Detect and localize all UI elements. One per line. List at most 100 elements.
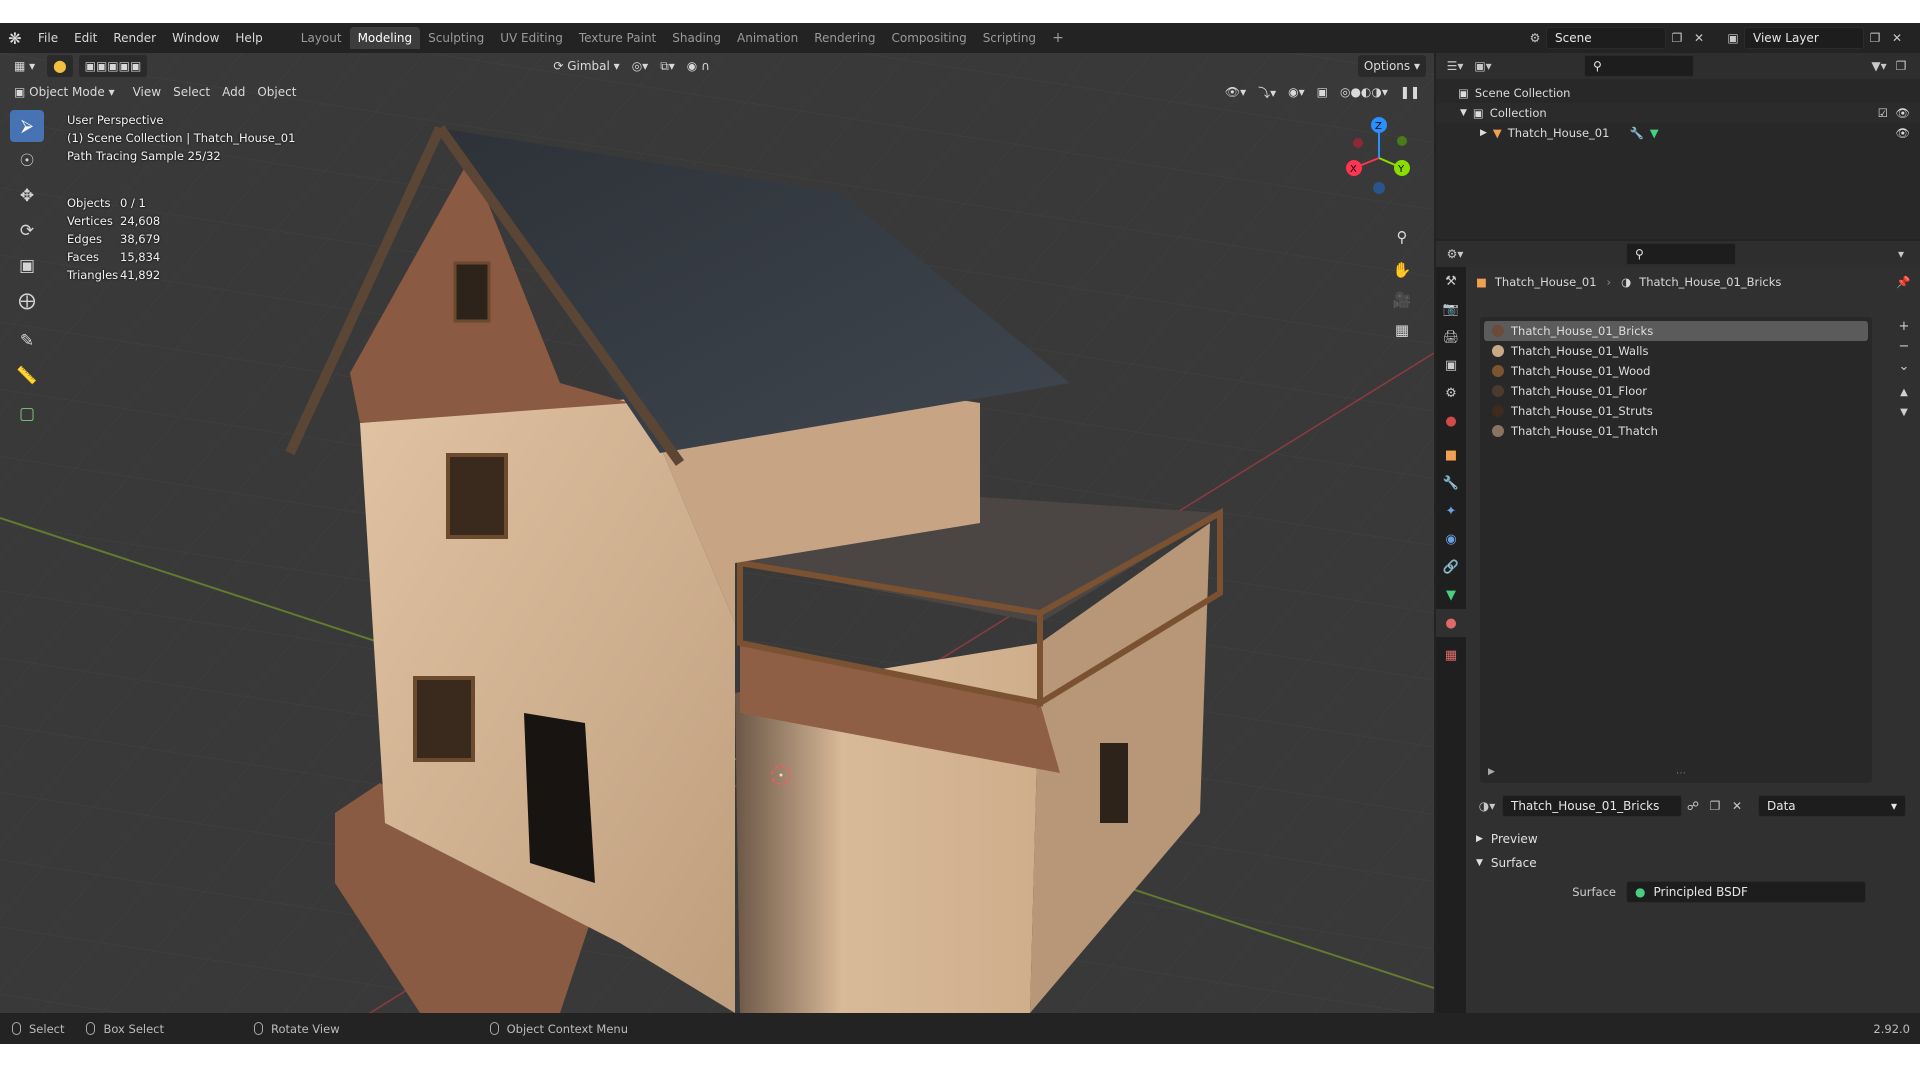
add-workspace-icon[interactable]: + (1044, 30, 1072, 46)
object-tab-icon[interactable]: ■ (1436, 441, 1466, 469)
select-tool-icon[interactable]: ⬤ (47, 55, 73, 77)
delete-view-layer-icon[interactable]: ✕ (1886, 27, 1908, 49)
list-expand-icon[interactable]: ▶ (1488, 767, 1495, 777)
filter-icon[interactable]: ▼▾ (1868, 55, 1890, 77)
visibility-eye-icon[interactable]: 👁 (1895, 106, 1910, 120)
material-tab-icon[interactable]: ● (1436, 609, 1466, 637)
scene-icon[interactable]: ⚙ (1524, 27, 1546, 49)
annotate-tool-icon[interactable]: ✎ (10, 325, 44, 357)
material-slot[interactable]: Thatch_House_01_Walls (1484, 341, 1868, 361)
add-cube-tool-icon[interactable]: ▢ (10, 398, 44, 430)
tool-tab-icon[interactable]: ⚒ (1436, 267, 1466, 295)
tab-texture-paint[interactable]: Texture Paint (571, 27, 664, 49)
cursor-tool-icon[interactable]: ☉ (10, 145, 44, 177)
orientation-dropdown[interactable]: ⟳ Gimbal ▾ (547, 55, 625, 77)
world-tab-icon[interactable]: ● (1436, 407, 1466, 435)
move-down-icon[interactable]: ▼ (1894, 403, 1914, 421)
gizmo-toggle-icon[interactable]: ⤵▾ (1252, 81, 1282, 103)
sidebar-toggle-icon[interactable]: ❚❚ (1394, 81, 1426, 103)
slot-menu-icon[interactable]: ⌄ (1894, 357, 1914, 375)
overlay-toggle-icon[interactable]: ◉▾ (1282, 81, 1311, 103)
outliner-editor-icon[interactable]: ☰▾ (1444, 55, 1466, 77)
constraints-tab-icon[interactable]: 🔗 (1436, 553, 1466, 581)
3d-viewport[interactable]: ▦ ▾ ⬤ ▣▣▣▣▣ ⟳ Gimbal ▾ ◎▾ ⧉▾ ◉ ∩ Options… (0, 53, 1434, 1013)
new-collection-icon[interactable]: ❐ (1890, 55, 1912, 77)
outliner-row-object[interactable]: ▶ ▼ Thatch_House_01 🔧 ▼ 👁 (1436, 123, 1920, 143)
scale-tool-icon[interactable]: ▣ (10, 250, 44, 282)
exclude-checkbox[interactable]: ☑ (1878, 106, 1888, 120)
menu-select[interactable]: Select (167, 81, 216, 103)
move-tool-icon[interactable]: ✥ (10, 180, 44, 212)
particles-tab-icon[interactable]: ✦ (1436, 497, 1466, 525)
properties-options-icon[interactable]: ▾ (1890, 243, 1912, 265)
editor-type-icon[interactable]: ▦ ▾ (8, 55, 41, 77)
visibility-eye-icon[interactable]: 👁 (1895, 126, 1910, 140)
pan-hand-icon[interactable]: ✋ (1390, 258, 1414, 282)
menu-view[interactable]: View (127, 81, 167, 103)
scene-name-field[interactable]: Scene (1546, 27, 1666, 49)
menu-window[interactable]: Window (164, 23, 227, 53)
view-layer-tab-icon[interactable]: ▣ (1436, 351, 1466, 379)
tab-uv-editing[interactable]: UV Editing (492, 27, 571, 49)
material-slot[interactable]: Thatch_House_01_Struts (1484, 401, 1868, 421)
add-slot-icon[interactable]: + (1894, 317, 1914, 335)
outliner-row-scene-collection[interactable]: ▣ Scene Collection (1436, 83, 1920, 103)
menu-file[interactable]: File (30, 23, 66, 53)
view-layer-field[interactable]: View Layer (1744, 27, 1864, 49)
material-name-field[interactable]: Thatch_House_01_Bricks (1502, 795, 1682, 817)
link-dropdown[interactable]: Data ▾ (1758, 795, 1906, 817)
shading-modes-icon[interactable]: ◎●◐◑▾ (1334, 81, 1394, 103)
outliner-row-collection[interactable]: ▼ ▣ Collection ☑ 👁 (1436, 103, 1920, 123)
remove-slot-icon[interactable]: − (1894, 337, 1914, 355)
output-tab-icon[interactable]: 🖨 (1436, 323, 1466, 351)
tab-layout[interactable]: Layout (293, 27, 350, 49)
zoom-icon[interactable]: ⚲ (1390, 225, 1414, 249)
tab-rendering[interactable]: Rendering (806, 27, 883, 49)
navigation-gizmo[interactable]: Z X Y ⚲ ✋ 🎥 ▦ (1334, 113, 1424, 363)
physics-tab-icon[interactable]: ◉ (1436, 525, 1466, 553)
texture-tab-icon[interactable]: ▦ (1436, 641, 1466, 669)
unlink-material-icon[interactable]: ✕ (1726, 795, 1748, 817)
selection-mode-icons[interactable]: ▣▣▣▣▣ (78, 55, 148, 77)
pivot-icon[interactable]: ◎▾ (626, 55, 655, 77)
outliner-search[interactable]: ⚲ (1584, 55, 1694, 77)
menu-add[interactable]: Add (216, 81, 251, 103)
menu-edit[interactable]: Edit (66, 23, 105, 53)
tab-animation[interactable]: Animation (729, 27, 806, 49)
proportional-edit-icon[interactable]: ◉ ∩ (681, 55, 716, 77)
modifier-icon[interactable]: 🔧 (1629, 126, 1643, 140)
blender-logo-icon[interactable]: ❋ (0, 23, 30, 53)
menu-help[interactable]: Help (227, 23, 270, 53)
tab-modeling[interactable]: Modeling (349, 27, 421, 49)
tab-shading[interactable]: Shading (664, 27, 729, 49)
menu-render[interactable]: Render (105, 23, 164, 53)
options-button[interactable]: Options ▾ (1357, 55, 1426, 77)
perspective-toggle-icon[interactable]: ▦ (1390, 318, 1414, 342)
material-slot[interactable]: Thatch_House_01_Bricks (1484, 321, 1868, 341)
camera-view-icon[interactable]: 🎥 (1390, 288, 1414, 312)
visibility-icon[interactable]: 👁▾ (1219, 81, 1252, 103)
snap-icon[interactable]: ⧉▾ (654, 55, 681, 77)
tab-compositing[interactable]: Compositing (883, 27, 974, 49)
mesh-data-icon[interactable]: ▼ (1650, 126, 1659, 140)
properties-search[interactable]: ⚲ (1626, 243, 1736, 265)
scene-tab-icon[interactable]: ⚙ (1436, 379, 1466, 407)
object-mode-dropdown[interactable]: ▣ Object Mode ▾ (8, 81, 121, 103)
tab-sculpting[interactable]: Sculpting (420, 27, 492, 49)
modifier-tab-icon[interactable]: 🔧 (1436, 469, 1466, 497)
menu-object[interactable]: Object (251, 81, 302, 103)
fake-user-icon[interactable]: ☍ (1682, 795, 1704, 817)
xray-icon[interactable]: ▣ (1311, 81, 1334, 103)
material-slot[interactable]: Thatch_House_01_Thatch (1484, 421, 1868, 441)
axis-gizmo[interactable]: Z X Y (1334, 113, 1424, 203)
new-view-layer-icon[interactable]: ❐ (1864, 27, 1886, 49)
material-slot[interactable]: Thatch_House_01_Floor (1484, 381, 1868, 401)
list-resize-handle[interactable]: ⋯ (1676, 768, 1686, 779)
display-mode-icon[interactable]: ▣▾ (1472, 55, 1494, 77)
duplicate-material-icon[interactable]: ❐ (1704, 795, 1726, 817)
data-tab-icon[interactable]: ▼ (1436, 581, 1466, 609)
surface-panel-header[interactable]: ▼ Surface (1466, 851, 1920, 875)
delete-scene-icon[interactable]: ✕ (1688, 27, 1710, 49)
expand-arrow-icon[interactable]: ▼ (1460, 108, 1467, 118)
transform-tool-icon[interactable]: ⨁ (10, 285, 44, 317)
